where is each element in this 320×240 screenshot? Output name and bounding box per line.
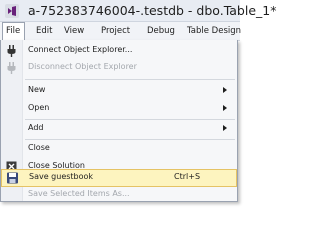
menu-file[interactable]: File (2, 22, 25, 42)
menu-separator (25, 79, 235, 80)
app-icon (5, 4, 19, 18)
menu-item-label: Close (28, 143, 50, 152)
menu-bar: File Edit View Project Debug Table Desig… (0, 22, 241, 42)
menu-item-label: Open (28, 103, 50, 112)
title-bar: a-752383746004-.testdb - dbo.Table_1* (0, 0, 276, 22)
menu-separator (25, 139, 235, 140)
menu-item-add[interactable]: Add (1, 121, 237, 137)
menu-item-label: Disconnect Object Explorer (28, 62, 137, 71)
menu-item-label: Save guestbook (29, 172, 94, 181)
menu-view[interactable]: View (64, 22, 84, 41)
plug-icon (7, 45, 16, 57)
menu-item-open[interactable]: Open (1, 101, 237, 117)
menu-item-close[interactable]: Close (1, 141, 237, 157)
menu-item-shortcut: Ctrl+S (174, 172, 201, 181)
menu-item-label: Add (28, 123, 44, 132)
file-menu: Connect Object Explorer... Disconnect Ob… (0, 40, 238, 202)
menu-edit[interactable]: Edit (36, 22, 52, 41)
submenu-arrow-icon (223, 125, 227, 131)
menu-project[interactable]: Project (101, 22, 130, 41)
menu-table-design[interactable]: Table Design (187, 22, 241, 41)
menu-item-disconnect-object-explorer[interactable]: Disconnect Object Explorer (1, 60, 237, 76)
menu-item-save-selected-items-as[interactable]: Save Selected Items As... (1, 187, 237, 203)
menu-separator (25, 119, 235, 120)
submenu-arrow-icon (223, 105, 227, 111)
menu-item-save-guestbook[interactable]: Save guestbook Ctrl+S (1, 169, 237, 187)
menu-item-label: New (28, 85, 46, 94)
menu-item-new[interactable]: New (1, 83, 237, 99)
submenu-arrow-icon (223, 87, 227, 93)
menu-debug[interactable]: Debug (147, 22, 175, 41)
menu-item-connect-object-explorer[interactable]: Connect Object Explorer... (1, 43, 237, 59)
menu-item-label: Connect Object Explorer... (28, 45, 133, 54)
menu-item-label: Save Selected Items As... (28, 189, 130, 198)
plug-disabled-icon (7, 62, 16, 74)
floppy-disk-icon (7, 172, 18, 184)
window-title: a-752383746004-.testdb - dbo.Table_1* (28, 3, 277, 18)
